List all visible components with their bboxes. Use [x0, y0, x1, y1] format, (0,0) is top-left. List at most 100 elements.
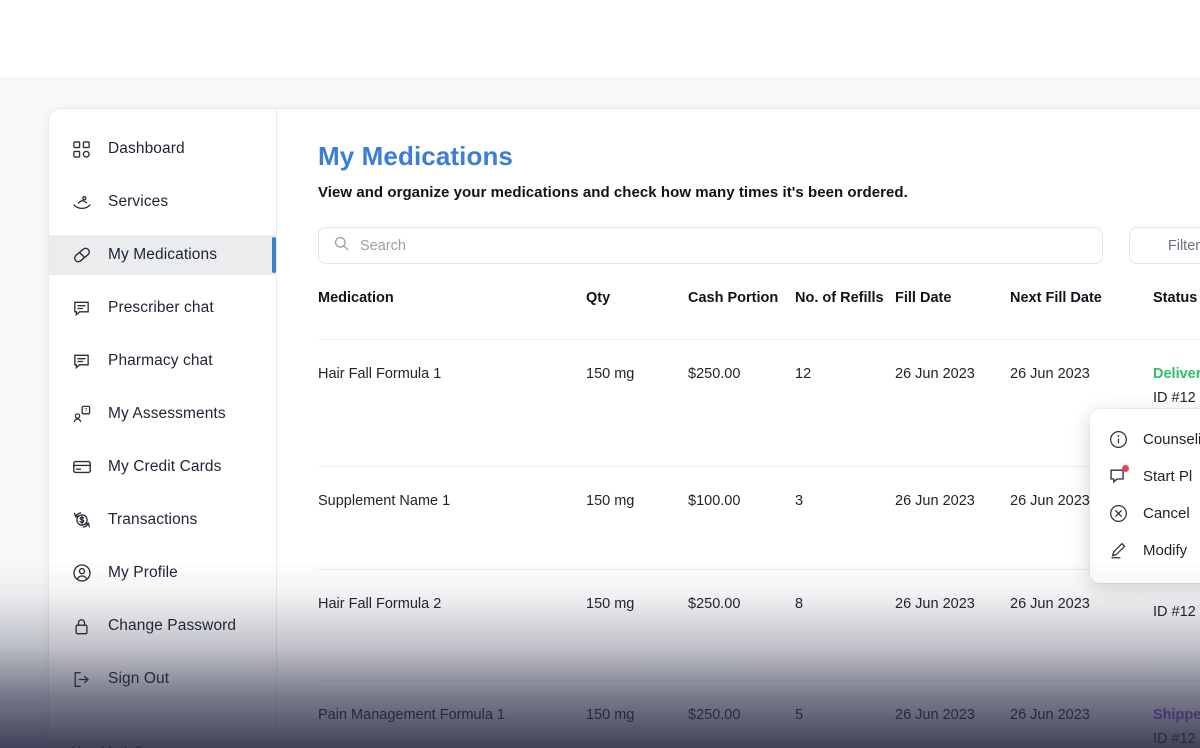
need-help-link[interactable]: Need help?	[71, 743, 143, 748]
cell-cash-portion: $250.00	[688, 569, 795, 682]
toolbar: Filter	[318, 227, 1200, 264]
cell-qty: 150 mg	[586, 339, 688, 468]
search-input[interactable]	[360, 237, 1102, 254]
sidebar-item-my-medications[interactable]: My Medications	[49, 235, 276, 275]
menu-item-counseling[interactable]: Counseling	[1090, 421, 1200, 458]
sidebar-item-label: My Medications	[108, 246, 218, 263]
cell-refills: 12	[795, 339, 895, 468]
sidebar-item-pharmacy-chat[interactable]: Pharmacy chat	[49, 341, 276, 381]
order-id: ID #12	[1153, 604, 1196, 621]
cell-refills: 3	[795, 466, 895, 571]
order-id: ID #12	[1153, 390, 1196, 407]
refresh-money-icon	[71, 510, 92, 531]
status-badge: Delivered	[1153, 366, 1200, 383]
col-header-refills[interactable]: No. of Refills	[795, 288, 895, 340]
menu-item-cancel[interactable]: Cancel	[1090, 495, 1200, 532]
col-header-status[interactable]: Status	[1153, 288, 1200, 340]
medications-table: Medication Qty Cash Portion No. of Refil…	[318, 288, 1200, 748]
cancel-circle-icon	[1108, 503, 1129, 524]
sidebar-item-services[interactable]: Services	[49, 182, 276, 222]
credit-card-icon	[71, 457, 92, 478]
filter-button[interactable]: Filter	[1129, 227, 1200, 264]
search-box[interactable]	[318, 227, 1103, 264]
chat-bubble-icon	[1108, 465, 1129, 487]
cell-next-fill-date: 26 Jun 2023	[1010, 569, 1153, 682]
status-badge: Shipped	[1153, 707, 1200, 724]
sidebar-item-label: Sign Out	[108, 670, 170, 687]
chat-icon	[71, 351, 92, 372]
table-row[interactable]: Pain Management Formula 1 150 mg $250.00…	[318, 680, 1200, 748]
pencil-icon	[1108, 540, 1129, 561]
cell-qty: 150 mg	[586, 569, 688, 682]
sidebar-item-label: Prescriber chat	[108, 299, 214, 316]
cell-fill-date: 26 Jun 2023	[895, 680, 1010, 748]
cell-fill-date: 26 Jun 2023	[895, 569, 1010, 682]
app-root: Dashboard Services My Medications Prescr…	[0, 0, 1200, 748]
cell-cash-portion: $250.00	[688, 339, 795, 468]
cell-refills: 5	[795, 680, 895, 748]
menu-item-start-plan[interactable]: Start Pl	[1090, 458, 1200, 495]
hand-care-icon	[71, 192, 92, 213]
cell-refills: 8	[795, 569, 895, 682]
sidebar-item-label: My Assessments	[108, 405, 226, 422]
sidebar-item-label: My Profile	[108, 564, 178, 581]
sidebar-item-my-profile[interactable]: My Profile	[49, 553, 276, 593]
assessment-icon: ?	[71, 404, 92, 425]
table-row[interactable]: Hair Fall Formula 2 150 mg $250.00 8 26 …	[318, 569, 1200, 682]
table-row[interactable]: Hair Fall Formula 1 150 mg $250.00 12 26…	[318, 339, 1200, 468]
cell-qty: 150 mg	[586, 466, 688, 571]
col-header-qty[interactable]: Qty	[586, 288, 688, 340]
sidebar-item-my-credit-cards[interactable]: My Credit Cards	[49, 447, 276, 487]
medications-table-wrap: Medication Qty Cash Portion No. of Refil…	[318, 288, 1200, 748]
cell-cash-portion: $100.00	[688, 466, 795, 571]
table-header: Medication Qty Cash Portion No. of Refil…	[318, 288, 1200, 340]
cell-fill-date: 26 Jun 2023	[895, 466, 1010, 571]
menu-item-modify[interactable]: Modify	[1090, 532, 1200, 569]
sidebar-item-label: Dashboard	[108, 140, 185, 157]
page-subtitle: View and organize your medications and c…	[318, 184, 908, 201]
chat-icon	[71, 298, 92, 319]
col-header-fill-date[interactable]: Fill Date	[895, 288, 1010, 340]
cell-status: Shipped ID #12	[1153, 680, 1200, 748]
app-card: Dashboard Services My Medications Prescr…	[48, 108, 1200, 748]
sign-out-icon	[71, 669, 92, 690]
cell-medication: Pain Management Formula 1	[318, 680, 586, 748]
cell-qty: 150 mg	[586, 680, 688, 748]
sidebar-item-change-password[interactable]: Change Password	[49, 606, 276, 646]
menu-item-label: Start Pl	[1143, 468, 1193, 485]
lock-icon	[71, 616, 92, 637]
col-header-medication[interactable]: Medication	[318, 288, 586, 340]
menu-item-label: Cancel	[1143, 505, 1190, 522]
menu-item-label: Counseling	[1143, 431, 1200, 448]
table-body: Hair Fall Formula 1 150 mg $250.00 12 26…	[318, 339, 1200, 748]
sidebar: Dashboard Services My Medications Prescr…	[49, 109, 277, 748]
row-actions-menu[interactable]: Counseling Start Pl Cancel	[1090, 409, 1200, 583]
sidebar-item-my-assessments[interactable]: ? My Assessments	[49, 394, 276, 434]
cell-next-fill-date: 26 Jun 2023	[1010, 680, 1153, 748]
sidebar-item-dashboard[interactable]: Dashboard	[49, 129, 276, 169]
top-white-band	[0, 0, 1200, 77]
cell-medication: Supplement Name 1	[318, 466, 586, 571]
cell-medication: Hair Fall Formula 1	[318, 339, 586, 468]
cell-medication: Hair Fall Formula 2	[318, 569, 586, 682]
sidebar-item-prescriber-chat[interactable]: Prescriber chat	[49, 288, 276, 328]
sidebar-item-label: Services	[108, 193, 169, 210]
info-circle-icon	[1108, 429, 1129, 450]
cell-fill-date: 26 Jun 2023	[895, 339, 1010, 468]
main-content: My Medications View and organize your me…	[278, 109, 1200, 748]
page-title: My Medications	[318, 141, 513, 171]
col-header-cash-portion[interactable]: Cash Portion	[688, 288, 795, 340]
pill-icon	[71, 245, 92, 266]
sidebar-item-label: My Credit Cards	[108, 458, 222, 475]
sidebar-item-sign-out[interactable]: Sign Out	[49, 659, 276, 699]
cell-status: ID #12	[1153, 569, 1200, 682]
user-circle-icon	[71, 563, 92, 584]
notification-dot	[1122, 465, 1129, 472]
sidebar-item-transactions[interactable]: Transactions	[49, 500, 276, 540]
grid-icon	[71, 139, 92, 160]
table-row[interactable]: Supplement Name 1 150 mg $100.00 3 26 Ju…	[318, 466, 1200, 571]
sidebar-item-label: Transactions	[108, 511, 198, 528]
col-header-next-fill-date[interactable]: Next Fill Date	[1010, 288, 1153, 340]
order-id: ID #12	[1153, 731, 1196, 748]
cell-cash-portion: $250.00	[688, 680, 795, 748]
